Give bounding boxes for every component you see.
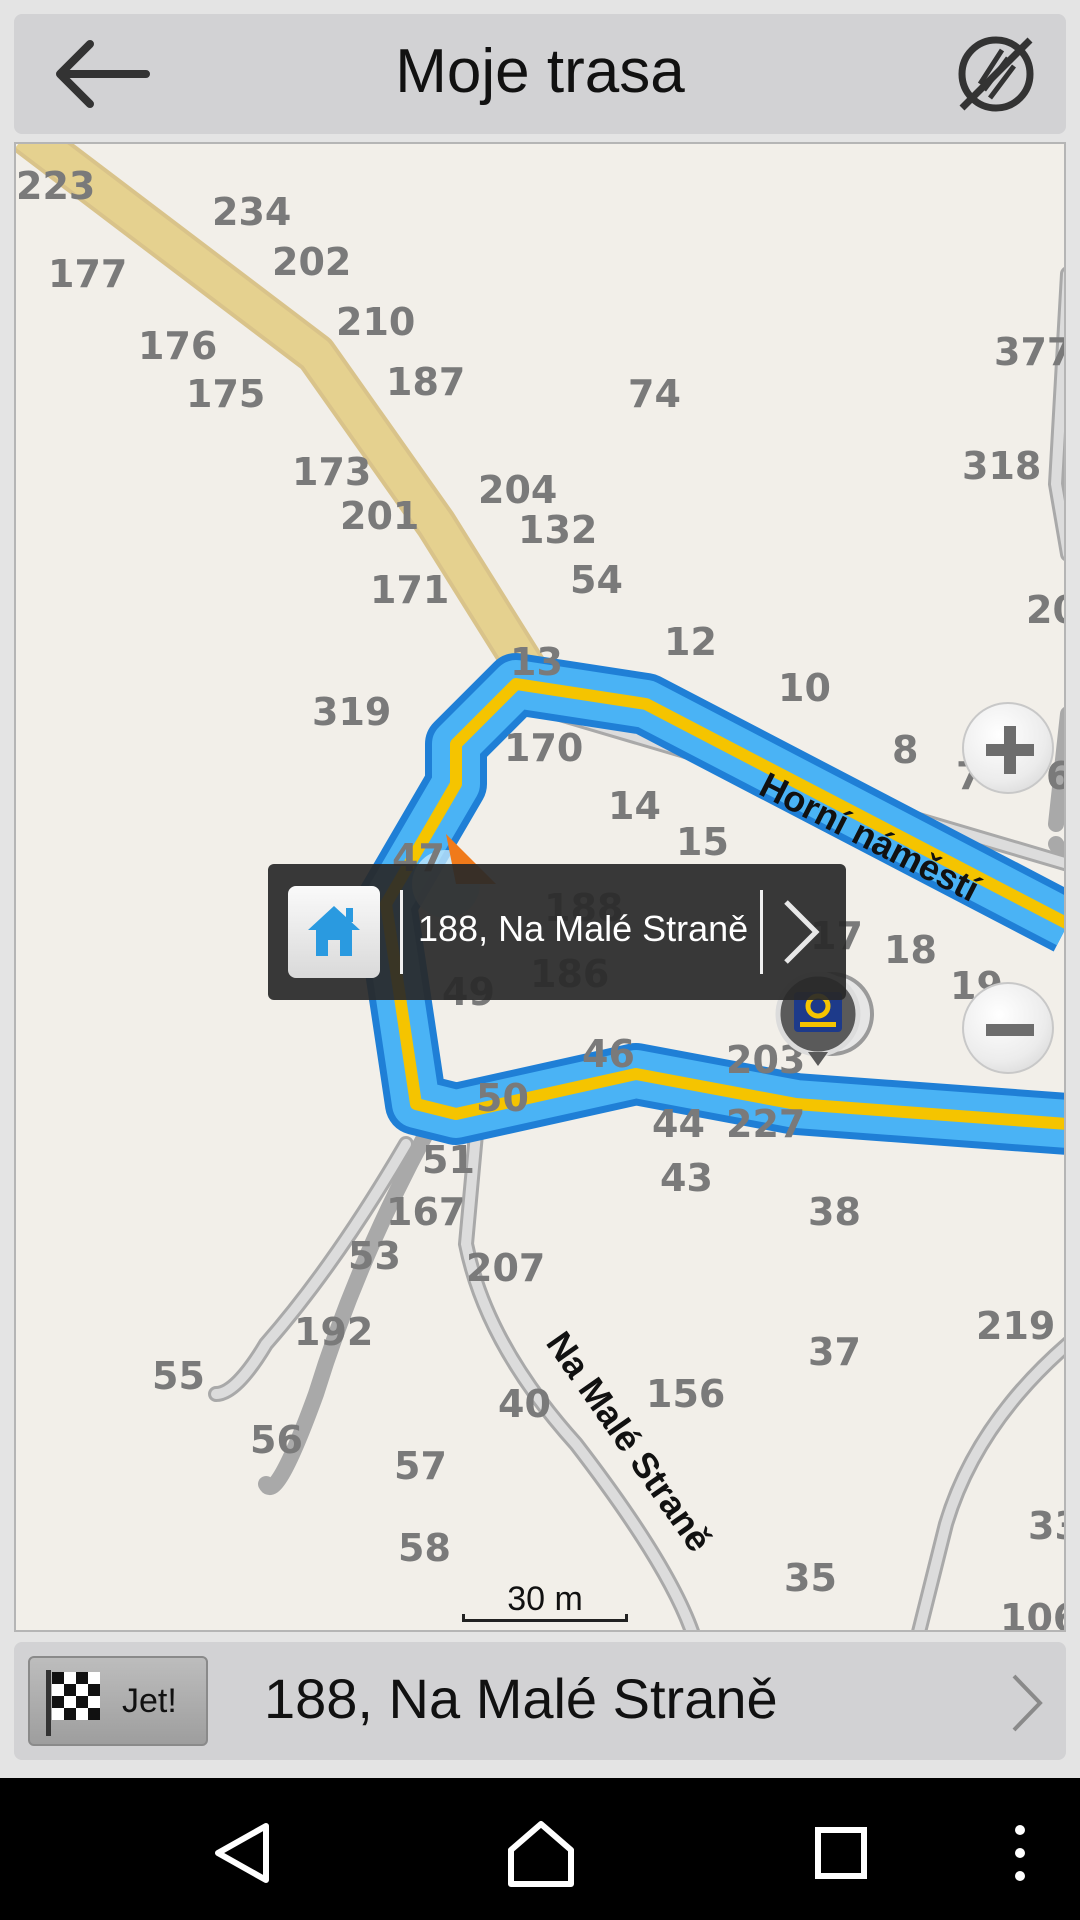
house-number: 171 [370,568,450,612]
house-number: 33 [1028,1504,1064,1548]
chevron-right-icon [784,900,820,964]
nav-home-button[interactable] [496,1808,586,1898]
compass-button[interactable] [954,32,1038,116]
nav-back-icon [215,1823,269,1883]
house-number: 15 [676,820,729,864]
house-number: 38 [808,1190,861,1234]
house-number: 14 [608,784,661,828]
home-icon [308,906,360,956]
compass-disabled-icon [958,36,1034,112]
system-nav-bar [0,1778,1080,1920]
jet-label: Jet! [122,1682,177,1720]
house-number: 53 [348,1234,401,1278]
destination-details-button[interactable] [1006,1672,1046,1734]
house-number: 43 [660,1156,713,1200]
house-number: 318 [962,444,1042,488]
nav-back-button[interactable] [196,1808,286,1898]
house-number: 223 [16,164,96,208]
nav-menu-icon [1015,1825,1025,1881]
house-number: 8 [892,728,919,772]
house-number: 210 [336,300,416,344]
jet-button[interactable]: Jet! [28,1656,208,1746]
house-number: 204 [478,468,558,512]
map-scale: 30 m [462,1580,628,1626]
house-number: 132 [518,508,598,552]
house-number: 234 [212,190,292,234]
house-number: 44 [652,1102,705,1146]
house-number: 50 [476,1076,529,1120]
page-title: Moje trasa [395,37,685,106]
house-number: 37 [808,1330,861,1374]
house-number: 187 [386,360,466,404]
house-number: 192 [294,1310,374,1354]
nav-home-icon [508,1821,574,1887]
house-number: 58 [398,1526,451,1570]
chevron-right-icon [1012,1674,1043,1732]
zoom-in-button[interactable] [962,702,1054,794]
house-number: 54 [570,558,623,602]
house-number: 57 [394,1444,447,1488]
house-number: 13 [510,640,563,684]
scale-bar [462,1614,628,1622]
house-number: 40 [498,1382,551,1426]
house-number: 46 [582,1032,635,1076]
checkered-flag-icon [46,1670,100,1736]
house-number: 167 [386,1190,466,1234]
house-number: 55 [152,1354,205,1398]
house-number: 202 [272,240,352,284]
house-number: 177 [48,252,128,296]
house-number: 219 [976,1304,1056,1348]
house-number: 56 [250,1418,303,1462]
house-number: 227 [726,1102,806,1146]
house-number: 12 [664,620,717,664]
house-number: 74 [628,372,681,416]
home-button[interactable] [288,886,380,978]
bottom-bar: Jet! 188, Na Malé Straně [14,1642,1066,1760]
destination-label[interactable]: 188, Na Malé Straně [264,1666,778,1731]
map-view[interactable]: 223 234 202 177 210 176 175 187 74 377 1… [14,142,1066,1632]
house-number: 207 [466,1246,546,1290]
zoom-out-button[interactable] [962,982,1054,1074]
house-number: 175 [186,372,266,416]
house-number: 20 [1026,588,1064,632]
nav-recents-icon [815,1827,867,1879]
house-number: 173 [292,450,372,494]
nav-menu-button[interactable] [990,1808,1050,1898]
house-number: 201 [340,494,420,538]
house-number: 156 [646,1372,726,1416]
location-popup[interactable]: 188, Na Malé Straně [268,864,846,1000]
house-number: 18 [884,928,937,972]
top-bar: Moje trasa [14,14,1066,134]
popup-divider [400,890,403,974]
house-number: 170 [504,726,584,770]
house-number: 377 [994,330,1066,374]
popup-address: 188, Na Malé Straně [418,908,749,949]
house-number: 319 [312,690,392,734]
house-number: 10 [778,666,831,710]
house-number: 176 [138,324,218,368]
popup-divider [760,890,763,974]
house-number: 106 [1000,1596,1064,1632]
house-number: 51 [422,1138,475,1182]
popup-go-button[interactable] [776,898,826,966]
nav-recents-button[interactable] [796,1808,886,1898]
house-number: 35 [784,1556,837,1600]
